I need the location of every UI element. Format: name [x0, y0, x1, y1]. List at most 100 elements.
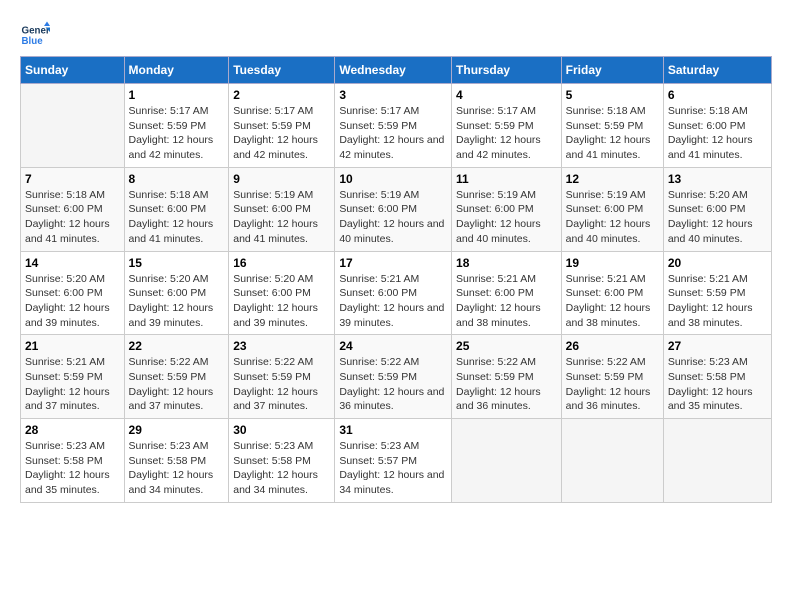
calendar-cell: 20 Sunrise: 5:21 AMSunset: 5:59 PMDaylig…: [663, 251, 771, 335]
calendar-cell: 15 Sunrise: 5:20 AMSunset: 6:00 PMDaylig…: [124, 251, 229, 335]
day-info: Sunrise: 5:22 AMSunset: 5:59 PMDaylight:…: [566, 355, 659, 414]
day-info: Sunrise: 5:20 AMSunset: 6:00 PMDaylight:…: [129, 272, 225, 331]
calendar-cell: [663, 419, 771, 503]
calendar-table: SundayMondayTuesdayWednesdayThursdayFrid…: [20, 56, 772, 503]
header-wednesday: Wednesday: [335, 57, 452, 84]
header-thursday: Thursday: [452, 57, 562, 84]
day-info: Sunrise: 5:17 AMSunset: 5:59 PMDaylight:…: [456, 104, 557, 163]
day-number: 14: [25, 256, 120, 270]
day-number: 24: [339, 339, 447, 353]
day-info: Sunrise: 5:23 AMSunset: 5:58 PMDaylight:…: [233, 439, 330, 498]
day-number: 1: [129, 88, 225, 102]
day-info: Sunrise: 5:23 AMSunset: 5:58 PMDaylight:…: [668, 355, 767, 414]
logo-icon: General Blue: [20, 20, 50, 50]
day-info: Sunrise: 5:20 AMSunset: 6:00 PMDaylight:…: [233, 272, 330, 331]
day-info: Sunrise: 5:21 AMSunset: 5:59 PMDaylight:…: [668, 272, 767, 331]
calendar-cell: 1 Sunrise: 5:17 AMSunset: 5:59 PMDayligh…: [124, 84, 229, 168]
day-number: 5: [566, 88, 659, 102]
calendar-cell: 19 Sunrise: 5:21 AMSunset: 6:00 PMDaylig…: [561, 251, 663, 335]
header-sunday: Sunday: [21, 57, 125, 84]
day-info: Sunrise: 5:20 AMSunset: 6:00 PMDaylight:…: [668, 188, 767, 247]
day-number: 26: [566, 339, 659, 353]
calendar-cell: 7 Sunrise: 5:18 AMSunset: 6:00 PMDayligh…: [21, 167, 125, 251]
day-number: 3: [339, 88, 447, 102]
calendar-cell: 6 Sunrise: 5:18 AMSunset: 6:00 PMDayligh…: [663, 84, 771, 168]
day-number: 31: [339, 423, 447, 437]
day-info: Sunrise: 5:19 AMSunset: 6:00 PMDaylight:…: [233, 188, 330, 247]
day-info: Sunrise: 5:22 AMSunset: 5:59 PMDaylight:…: [129, 355, 225, 414]
day-info: Sunrise: 5:21 AMSunset: 6:00 PMDaylight:…: [566, 272, 659, 331]
day-info: Sunrise: 5:21 AMSunset: 6:00 PMDaylight:…: [456, 272, 557, 331]
day-info: Sunrise: 5:23 AMSunset: 5:57 PMDaylight:…: [339, 439, 447, 498]
day-number: 23: [233, 339, 330, 353]
calendar-cell: 16 Sunrise: 5:20 AMSunset: 6:00 PMDaylig…: [229, 251, 335, 335]
calendar-cell: 10 Sunrise: 5:19 AMSunset: 6:00 PMDaylig…: [335, 167, 452, 251]
calendar-cell: 13 Sunrise: 5:20 AMSunset: 6:00 PMDaylig…: [663, 167, 771, 251]
day-info: Sunrise: 5:21 AMSunset: 5:59 PMDaylight:…: [25, 355, 120, 414]
calendar-cell: 18 Sunrise: 5:21 AMSunset: 6:00 PMDaylig…: [452, 251, 562, 335]
day-number: 29: [129, 423, 225, 437]
calendar-cell: 26 Sunrise: 5:22 AMSunset: 5:59 PMDaylig…: [561, 335, 663, 419]
calendar-cell: [452, 419, 562, 503]
calendar-cell: 28 Sunrise: 5:23 AMSunset: 5:58 PMDaylig…: [21, 419, 125, 503]
day-number: 28: [25, 423, 120, 437]
day-number: 13: [668, 172, 767, 186]
day-number: 9: [233, 172, 330, 186]
calendar-cell: 29 Sunrise: 5:23 AMSunset: 5:58 PMDaylig…: [124, 419, 229, 503]
calendar-cell: 23 Sunrise: 5:22 AMSunset: 5:59 PMDaylig…: [229, 335, 335, 419]
day-number: 12: [566, 172, 659, 186]
day-info: Sunrise: 5:18 AMSunset: 6:00 PMDaylight:…: [668, 104, 767, 163]
week-row-1: 1 Sunrise: 5:17 AMSunset: 5:59 PMDayligh…: [21, 84, 772, 168]
calendar-cell: 8 Sunrise: 5:18 AMSunset: 6:00 PMDayligh…: [124, 167, 229, 251]
day-info: Sunrise: 5:18 AMSunset: 6:00 PMDaylight:…: [129, 188, 225, 247]
week-row-4: 21 Sunrise: 5:21 AMSunset: 5:59 PMDaylig…: [21, 335, 772, 419]
week-row-5: 28 Sunrise: 5:23 AMSunset: 5:58 PMDaylig…: [21, 419, 772, 503]
day-number: 27: [668, 339, 767, 353]
calendar-cell: 30 Sunrise: 5:23 AMSunset: 5:58 PMDaylig…: [229, 419, 335, 503]
calendar-cell: 3 Sunrise: 5:17 AMSunset: 5:59 PMDayligh…: [335, 84, 452, 168]
day-number: 21: [25, 339, 120, 353]
week-row-2: 7 Sunrise: 5:18 AMSunset: 6:00 PMDayligh…: [21, 167, 772, 251]
svg-text:Blue: Blue: [22, 36, 44, 47]
day-info: Sunrise: 5:19 AMSunset: 6:00 PMDaylight:…: [566, 188, 659, 247]
day-number: 10: [339, 172, 447, 186]
day-info: Sunrise: 5:22 AMSunset: 5:59 PMDaylight:…: [233, 355, 330, 414]
day-number: 18: [456, 256, 557, 270]
day-info: Sunrise: 5:18 AMSunset: 6:00 PMDaylight:…: [25, 188, 120, 247]
day-number: 30: [233, 423, 330, 437]
svg-text:General: General: [22, 26, 51, 37]
day-info: Sunrise: 5:22 AMSunset: 5:59 PMDaylight:…: [339, 355, 447, 414]
day-number: 22: [129, 339, 225, 353]
day-number: 8: [129, 172, 225, 186]
day-info: Sunrise: 5:23 AMSunset: 5:58 PMDaylight:…: [25, 439, 120, 498]
day-number: 2: [233, 88, 330, 102]
day-number: 7: [25, 172, 120, 186]
calendar-cell: 5 Sunrise: 5:18 AMSunset: 5:59 PMDayligh…: [561, 84, 663, 168]
day-info: Sunrise: 5:18 AMSunset: 5:59 PMDaylight:…: [566, 104, 659, 163]
header-monday: Monday: [124, 57, 229, 84]
day-info: Sunrise: 5:17 AMSunset: 5:59 PMDaylight:…: [339, 104, 447, 163]
day-info: Sunrise: 5:21 AMSunset: 6:00 PMDaylight:…: [339, 272, 447, 331]
day-number: 6: [668, 88, 767, 102]
header-saturday: Saturday: [663, 57, 771, 84]
day-number: 25: [456, 339, 557, 353]
day-info: Sunrise: 5:19 AMSunset: 6:00 PMDaylight:…: [456, 188, 557, 247]
day-info: Sunrise: 5:17 AMSunset: 5:59 PMDaylight:…: [129, 104, 225, 163]
header-tuesday: Tuesday: [229, 57, 335, 84]
day-number: 15: [129, 256, 225, 270]
calendar-cell: [21, 84, 125, 168]
day-number: 11: [456, 172, 557, 186]
header-row: SundayMondayTuesdayWednesdayThursdayFrid…: [21, 57, 772, 84]
day-number: 20: [668, 256, 767, 270]
day-info: Sunrise: 5:19 AMSunset: 6:00 PMDaylight:…: [339, 188, 447, 247]
day-info: Sunrise: 5:22 AMSunset: 5:59 PMDaylight:…: [456, 355, 557, 414]
calendar-cell: 21 Sunrise: 5:21 AMSunset: 5:59 PMDaylig…: [21, 335, 125, 419]
calendar-cell: 25 Sunrise: 5:22 AMSunset: 5:59 PMDaylig…: [452, 335, 562, 419]
calendar-cell: 2 Sunrise: 5:17 AMSunset: 5:59 PMDayligh…: [229, 84, 335, 168]
day-number: 17: [339, 256, 447, 270]
calendar-cell: 9 Sunrise: 5:19 AMSunset: 6:00 PMDayligh…: [229, 167, 335, 251]
calendar-cell: 17 Sunrise: 5:21 AMSunset: 6:00 PMDaylig…: [335, 251, 452, 335]
week-row-3: 14 Sunrise: 5:20 AMSunset: 6:00 PMDaylig…: [21, 251, 772, 335]
day-info: Sunrise: 5:20 AMSunset: 6:00 PMDaylight:…: [25, 272, 120, 331]
calendar-cell: 12 Sunrise: 5:19 AMSunset: 6:00 PMDaylig…: [561, 167, 663, 251]
